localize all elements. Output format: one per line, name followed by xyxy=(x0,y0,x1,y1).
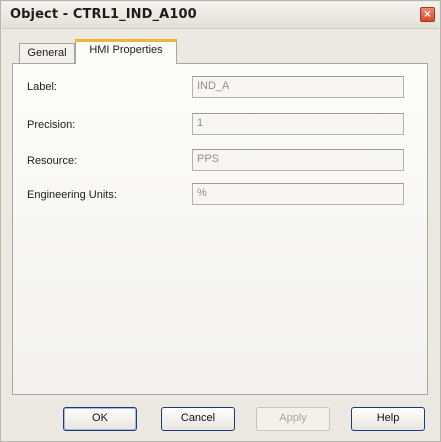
label-input[interactable]: IND_A xyxy=(192,76,404,98)
engineering-units-input[interactable]: % xyxy=(192,183,404,205)
resource-input[interactable]: PPS xyxy=(192,149,404,171)
title-bar[interactable]: Object - CTRL1_IND_A100 × xyxy=(2,2,439,29)
tab-hmi-properties[interactable]: HMI Properties xyxy=(75,39,177,64)
precision-field-label: Precision: xyxy=(27,119,76,131)
engineering-units-field-label: Engineering Units: xyxy=(27,189,117,201)
window-title: Object - CTRL1_IND_A100 xyxy=(10,7,197,22)
tab-general[interactable]: General xyxy=(19,43,75,63)
help-button[interactable]: Help xyxy=(351,407,425,431)
resource-field-label: Resource: xyxy=(27,155,78,167)
apply-button[interactable]: Apply xyxy=(256,407,330,431)
precision-input[interactable]: 1 xyxy=(192,113,404,135)
close-icon[interactable]: × xyxy=(420,7,435,22)
cancel-button[interactable]: Cancel xyxy=(161,407,235,431)
properties-dialog: Object - CTRL1_IND_A100 × General HMI Pr… xyxy=(0,0,441,442)
ok-button[interactable]: OK xyxy=(63,407,137,431)
label-field-label: Label: xyxy=(27,81,57,93)
